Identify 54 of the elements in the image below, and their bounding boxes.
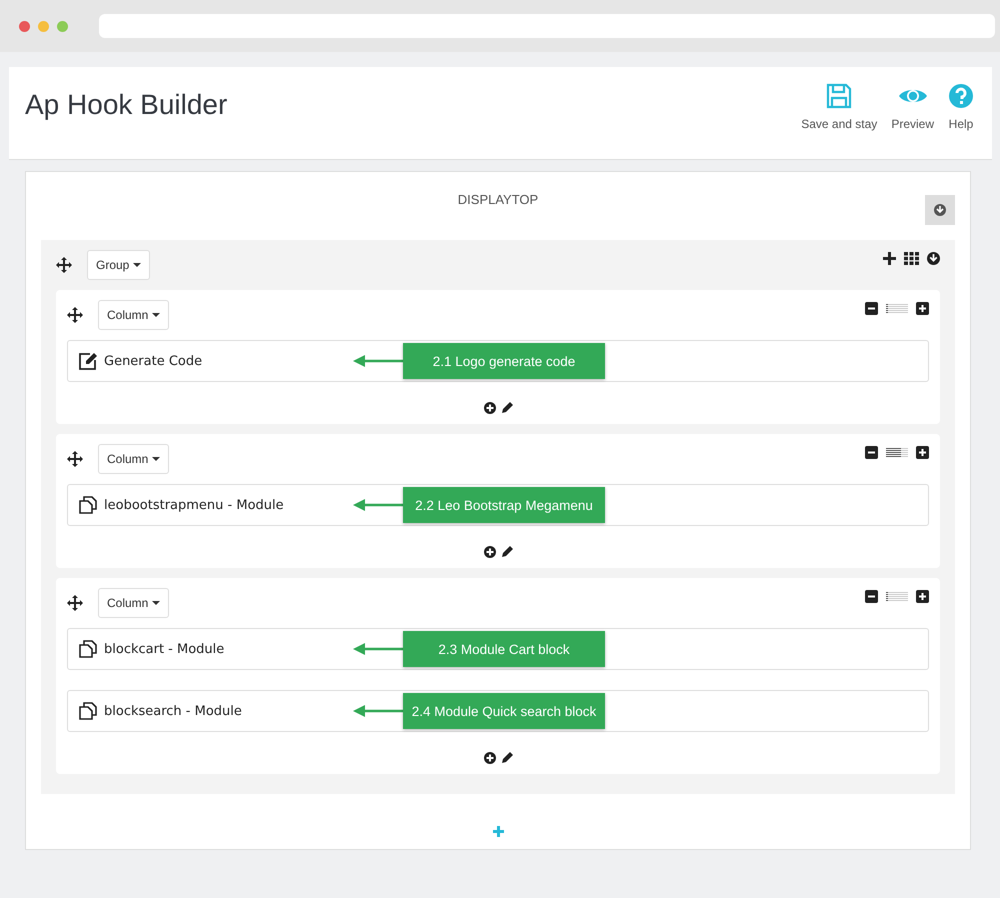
callout-label: 2.1 Logo generate code bbox=[403, 343, 605, 379]
move-icon[interactable] bbox=[56, 257, 72, 273]
toolbar-link[interactable]: Preview bbox=[891, 83, 934, 159]
callout-label: 2.4 Module Quick search block bbox=[403, 693, 605, 729]
download-icon[interactable] bbox=[927, 252, 940, 265]
page-title: Ap Hook Builder bbox=[25, 89, 228, 122]
column-dropdown[interactable]: Column bbox=[98, 444, 170, 474]
widget-row[interactable]: blocksearch - Module 2.4 Module Quick search block bbox=[67, 690, 929, 732]
edit-icon bbox=[78, 352, 98, 370]
toolbar-link[interactable]: Help bbox=[948, 83, 974, 159]
arrow-icon bbox=[353, 643, 403, 655]
help-icon bbox=[948, 83, 974, 109]
group-dropdown[interactable]: Group bbox=[87, 250, 150, 280]
plus-icon[interactable] bbox=[916, 590, 929, 603]
widget-label: blocksearch - Module bbox=[104, 704, 242, 718]
callout-label: 2.3 Module Cart block bbox=[403, 631, 605, 667]
download-icon bbox=[934, 204, 946, 216]
pencil-icon[interactable] bbox=[500, 752, 512, 764]
callout-label: 2.2 Leo Bootstrap Megamenu bbox=[403, 487, 605, 523]
add-icon[interactable] bbox=[484, 752, 496, 764]
minimize-dot[interactable] bbox=[38, 20, 49, 32]
widget-row[interactable]: blockcart - Module 2.3 Module Cart block bbox=[67, 628, 929, 670]
minus-icon[interactable] bbox=[865, 446, 878, 459]
add-icon[interactable] bbox=[883, 252, 896, 265]
arrow-icon bbox=[353, 499, 403, 511]
minus-icon[interactable] bbox=[865, 302, 878, 315]
move-icon[interactable] bbox=[67, 451, 83, 467]
column-dropdown[interactable]: Column bbox=[98, 588, 170, 618]
plus-icon[interactable] bbox=[916, 446, 929, 459]
widget-label: blockcart - Module bbox=[104, 642, 224, 656]
grid-icon[interactable] bbox=[904, 252, 919, 265]
pencil-icon[interactable] bbox=[500, 402, 512, 414]
pencil-icon[interactable] bbox=[500, 546, 512, 558]
hook-title: DISPLAYTOP bbox=[456, 191, 540, 207]
widget-label: leobootstrapmenu - Module bbox=[104, 498, 284, 512]
toolbar-link[interactable]: Save and stay bbox=[801, 83, 878, 159]
move-icon[interactable] bbox=[67, 307, 83, 323]
plus-icon[interactable] bbox=[916, 302, 929, 315]
copy-icon bbox=[78, 640, 98, 658]
widget-row[interactable]: leobootstrapmenu - Module 2.2 Leo Bootstrap Megamenu bbox=[67, 484, 929, 526]
add-icon[interactable] bbox=[484, 546, 496, 558]
column-dropdown[interactable]: Column bbox=[98, 300, 170, 330]
copy-icon bbox=[78, 702, 98, 720]
widget-row[interactable]: Generate Code 2.1 Logo generate code bbox=[67, 340, 929, 382]
collapse-button[interactable] bbox=[925, 195, 955, 225]
arrow-icon bbox=[353, 705, 403, 717]
widget-label: Generate Code bbox=[104, 354, 202, 368]
move-icon[interactable] bbox=[67, 595, 83, 611]
close-dot[interactable] bbox=[19, 20, 30, 32]
arrow-icon bbox=[353, 355, 403, 367]
maximize-dot[interactable] bbox=[57, 20, 68, 32]
add-icon[interactable] bbox=[484, 402, 496, 414]
copy-icon bbox=[78, 496, 98, 514]
minus-icon[interactable] bbox=[865, 590, 878, 603]
